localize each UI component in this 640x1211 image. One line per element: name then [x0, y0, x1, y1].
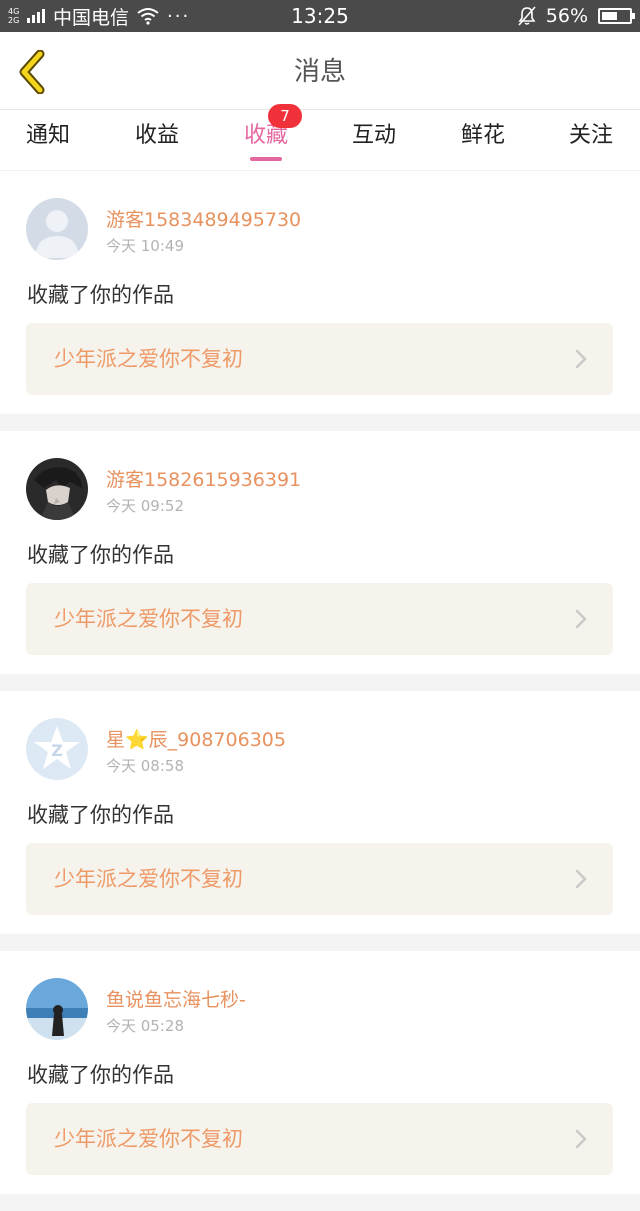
work-link[interactable]: 少年派之爱你不复初 — [26, 1103, 613, 1175]
chevron-right-icon — [575, 349, 587, 369]
list-item: 鱼说鱼忘海七秒- 今天 05:28 收藏了你的作品 少年派之爱你不复初 — [0, 951, 640, 1211]
message-tabs: 通知 收益 收藏 7 互动 鲜花 关注 — [0, 104, 640, 171]
post-time: 今天 09:52 — [106, 497, 184, 515]
post-time: 今天 05:28 — [106, 1017, 184, 1035]
tab-notice[interactable]: 通知 — [8, 110, 88, 170]
chevron-right-icon — [575, 1129, 587, 1149]
post-time: 今天 10:49 — [106, 237, 184, 255]
work-title: 少年派之爱你不复初 — [54, 867, 243, 891]
avatar[interactable]: Z — [26, 718, 88, 780]
action-text: 收藏了你的作品 — [27, 1063, 174, 1087]
action-text: 收藏了你的作品 — [27, 803, 174, 827]
default-avatar-icon — [26, 198, 88, 260]
svg-text:Z: Z — [51, 741, 63, 760]
work-link[interactable]: 少年派之爱你不复初 — [26, 323, 613, 395]
beach-avatar-icon — [26, 978, 88, 1040]
user-name[interactable]: 游客1582615936391 — [106, 465, 301, 492]
work-title: 少年派之爱你不复初 — [54, 1127, 243, 1151]
tab-label: 关注 — [568, 123, 613, 148]
user-name[interactable]: 鱼说鱼忘海七秒- — [106, 985, 246, 1012]
list-item: 游客1582615936391 今天 09:52 收藏了你的作品 少年派之爱你不… — [0, 431, 640, 691]
tab-interaction[interactable]: 互动 — [334, 110, 414, 170]
tab-follow[interactable]: 关注 — [551, 110, 631, 170]
work-title: 少年派之爱你不复初 — [54, 347, 243, 371]
work-link[interactable]: 少年派之爱你不复初 — [26, 843, 613, 915]
work-link[interactable]: 少年派之爱你不复初 — [26, 583, 613, 655]
tab-income[interactable]: 收益 — [117, 110, 197, 170]
post-time: 今天 08:58 — [106, 757, 184, 775]
user-name[interactable]: 游客1583489495730 — [106, 205, 301, 232]
back-arrow-icon — [19, 49, 45, 95]
back-button[interactable] — [14, 49, 54, 95]
list-item: 游客1583489495730 今天 10:49 收藏了你的作品 少年派之爱你不… — [0, 171, 640, 431]
mute-bell-icon — [518, 6, 536, 26]
tab-favorites[interactable]: 收藏 7 — [226, 104, 306, 170]
status-right: 56% — [518, 0, 635, 32]
message-list: 游客1583489495730 今天 10:49 收藏了你的作品 少年派之爱你不… — [0, 171, 640, 1211]
avatar[interactable] — [26, 458, 88, 520]
chevron-right-icon — [575, 869, 587, 889]
tab-label: 通知 — [25, 123, 70, 148]
work-title: 少年派之爱你不复初 — [54, 607, 243, 631]
battery-percent: 56% — [545, 5, 588, 27]
tab-label: 互动 — [351, 123, 396, 148]
avatar[interactable] — [26, 198, 88, 260]
list-item: Z 星⭐辰_908706305 今天 08:58 收藏了你的作品 少年派之爱你不… — [0, 691, 640, 951]
avatar[interactable] — [26, 978, 88, 1040]
unread-badge: 7 — [268, 104, 302, 128]
qq-avatar-icon: Z — [26, 718, 88, 780]
tab-flowers[interactable]: 鲜花 — [443, 110, 523, 170]
nav-bar: 消息 — [0, 32, 640, 110]
user-name[interactable]: 星⭐辰_908706305 — [106, 725, 286, 752]
action-text: 收藏了你的作品 — [27, 543, 174, 567]
page-title: 消息 — [293, 57, 346, 87]
tab-label: 收益 — [134, 123, 179, 148]
battery-fill — [602, 12, 617, 20]
chevron-right-icon — [575, 609, 587, 629]
action-text: 收藏了你的作品 — [27, 283, 174, 307]
status-bar: 4G 2G 中国电信 ··· 13:25 56% — [0, 0, 640, 32]
battery-icon — [598, 8, 635, 24]
anime-avatar-icon — [26, 458, 88, 520]
active-tab-indicator — [250, 157, 282, 161]
tab-label: 鲜花 — [460, 123, 505, 148]
